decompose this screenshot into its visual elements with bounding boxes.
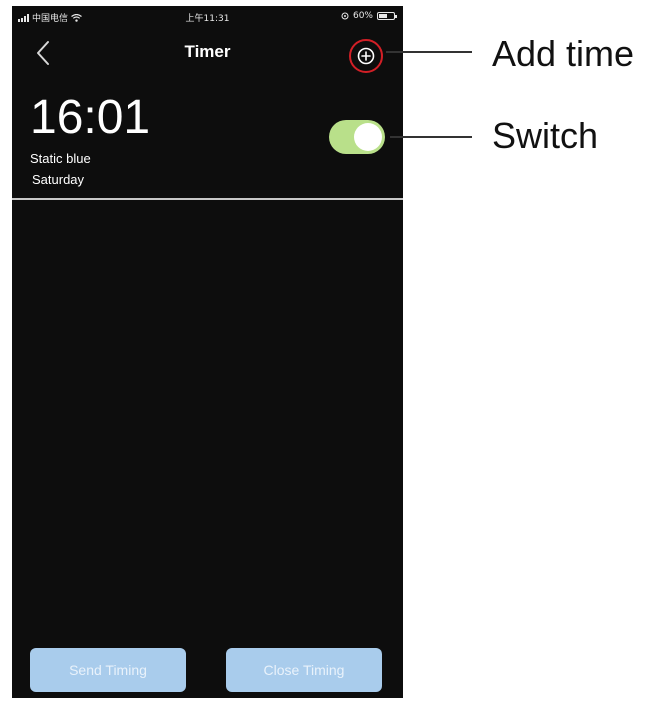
list-divider	[12, 198, 403, 200]
switch-annotation: Switch	[492, 115, 599, 156]
timer-list-item[interactable]: 16:01 Static blue Saturday	[12, 86, 403, 198]
phone-screen: 中国电信 上午11:31 60% Timer 16:01 Static blue…	[12, 6, 403, 698]
add-time-annotation: Add time	[492, 33, 635, 74]
location-icon	[341, 12, 349, 20]
switch-knob	[354, 123, 382, 151]
add-time-leader-line	[386, 51, 472, 53]
plus-circle-icon	[357, 47, 375, 65]
status-bar: 中国电信 上午11:31 60%	[12, 6, 403, 26]
timer-switch[interactable]	[329, 120, 385, 154]
send-timing-button[interactable]: Send Timing	[30, 648, 186, 692]
battery-percent: 60%	[352, 11, 373, 21]
timer-day: Saturday	[32, 172, 85, 187]
timer-mode: Static blue	[30, 151, 91, 166]
timer-time: 16:01	[30, 91, 151, 144]
battery-icon	[377, 12, 397, 20]
battery-fill	[379, 14, 387, 18]
nav-bar: Timer	[12, 30, 403, 78]
page-title: Timer	[184, 42, 231, 61]
add-time-button[interactable]	[349, 39, 383, 73]
status-right: 60%	[341, 11, 397, 21]
close-timing-button[interactable]: Close Timing	[226, 648, 382, 692]
switch-leader-line	[390, 136, 472, 138]
page: 中国电信 上午11:31 60% Timer 16:01 Static blue…	[0, 0, 666, 702]
